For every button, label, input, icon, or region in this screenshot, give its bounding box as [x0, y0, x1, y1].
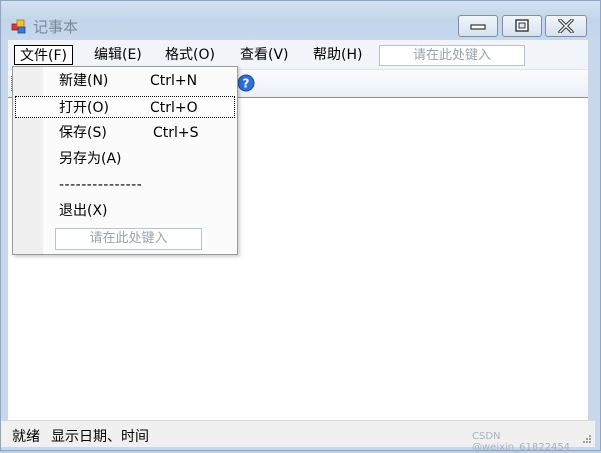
menu-item-new-label: 新建(N) [59, 73, 109, 89]
title-bar[interactable]: 记事本 [1, 1, 600, 39]
status-datetime-label: 显示日期、时间 [51, 429, 149, 445]
menu-item-new[interactable]: 新建(N) Ctrl+N [15, 70, 235, 92]
menu-item-exit[interactable]: 退出(X) [15, 200, 235, 222]
menu-separator-text: --------------- [59, 177, 143, 193]
maximize-icon [515, 19, 529, 32]
menu-edit[interactable]: 编辑(E) [89, 45, 147, 65]
menu-view-label: 查看(V) [240, 47, 289, 63]
menu-item-open-shortcut: Ctrl+O [150, 100, 198, 116]
maximize-button[interactable] [502, 15, 542, 37]
menu-format-label: 格式(O) [165, 47, 215, 63]
svg-text:?: ? [243, 77, 250, 91]
menu-file[interactable]: 文件(F) [14, 45, 73, 65]
menu-item-exit-label: 退出(X) [59, 203, 108, 219]
menu-item-open[interactable]: 打开(O) Ctrl+O [15, 96, 235, 118]
notepad-app-icon [11, 19, 26, 34]
file-menu-type-here-input[interactable]: 请在此处键入 [55, 228, 202, 250]
close-icon [558, 19, 574, 33]
file-menu-dropdown: 新建(N) Ctrl+N 打开(O) Ctrl+O 保存(S) Ctrl+S 另… [12, 66, 238, 255]
menu-type-here-input[interactable]: 请在此处键入 [379, 45, 525, 66]
status-ready-label: 就绪 [12, 429, 40, 445]
menu-file-label: 文件(F) [20, 48, 67, 64]
menu-item-separator: --------------- [15, 174, 235, 196]
menu-edit-label: 编辑(E) [94, 47, 142, 63]
menu-item-save-as-label: 另存为(A) [59, 151, 122, 167]
menu-view[interactable]: 查看(V) [235, 45, 294, 65]
menu-item-open-label: 打开(O) [59, 100, 109, 116]
minimize-button[interactable] [458, 15, 498, 37]
help-icon[interactable]: ? [237, 74, 255, 92]
window-title: 记事本 [33, 18, 79, 36]
menu-item-save-shortcut: Ctrl+S [153, 125, 199, 141]
menu-item-new-shortcut: Ctrl+N [150, 73, 198, 89]
notepad-window: 记事本 文件(F) 编辑(E) 格式(O) 查看(V) 帮助(H) 请在此处键入… [0, 0, 601, 453]
menu-item-save[interactable]: 保存(S) Ctrl+S [15, 122, 235, 144]
close-button[interactable] [545, 15, 587, 37]
minimize-icon [470, 24, 486, 30]
menu-help[interactable]: 帮助(H) [308, 45, 367, 65]
watermark: CSDN @weixin_61822454 [472, 431, 571, 453]
menu-item-save-as[interactable]: 另存为(A) [15, 148, 235, 170]
menu-help-label: 帮助(H) [313, 47, 363, 63]
menu-item-save-label: 保存(S) [59, 125, 107, 141]
menu-format[interactable]: 格式(O) [160, 45, 220, 65]
